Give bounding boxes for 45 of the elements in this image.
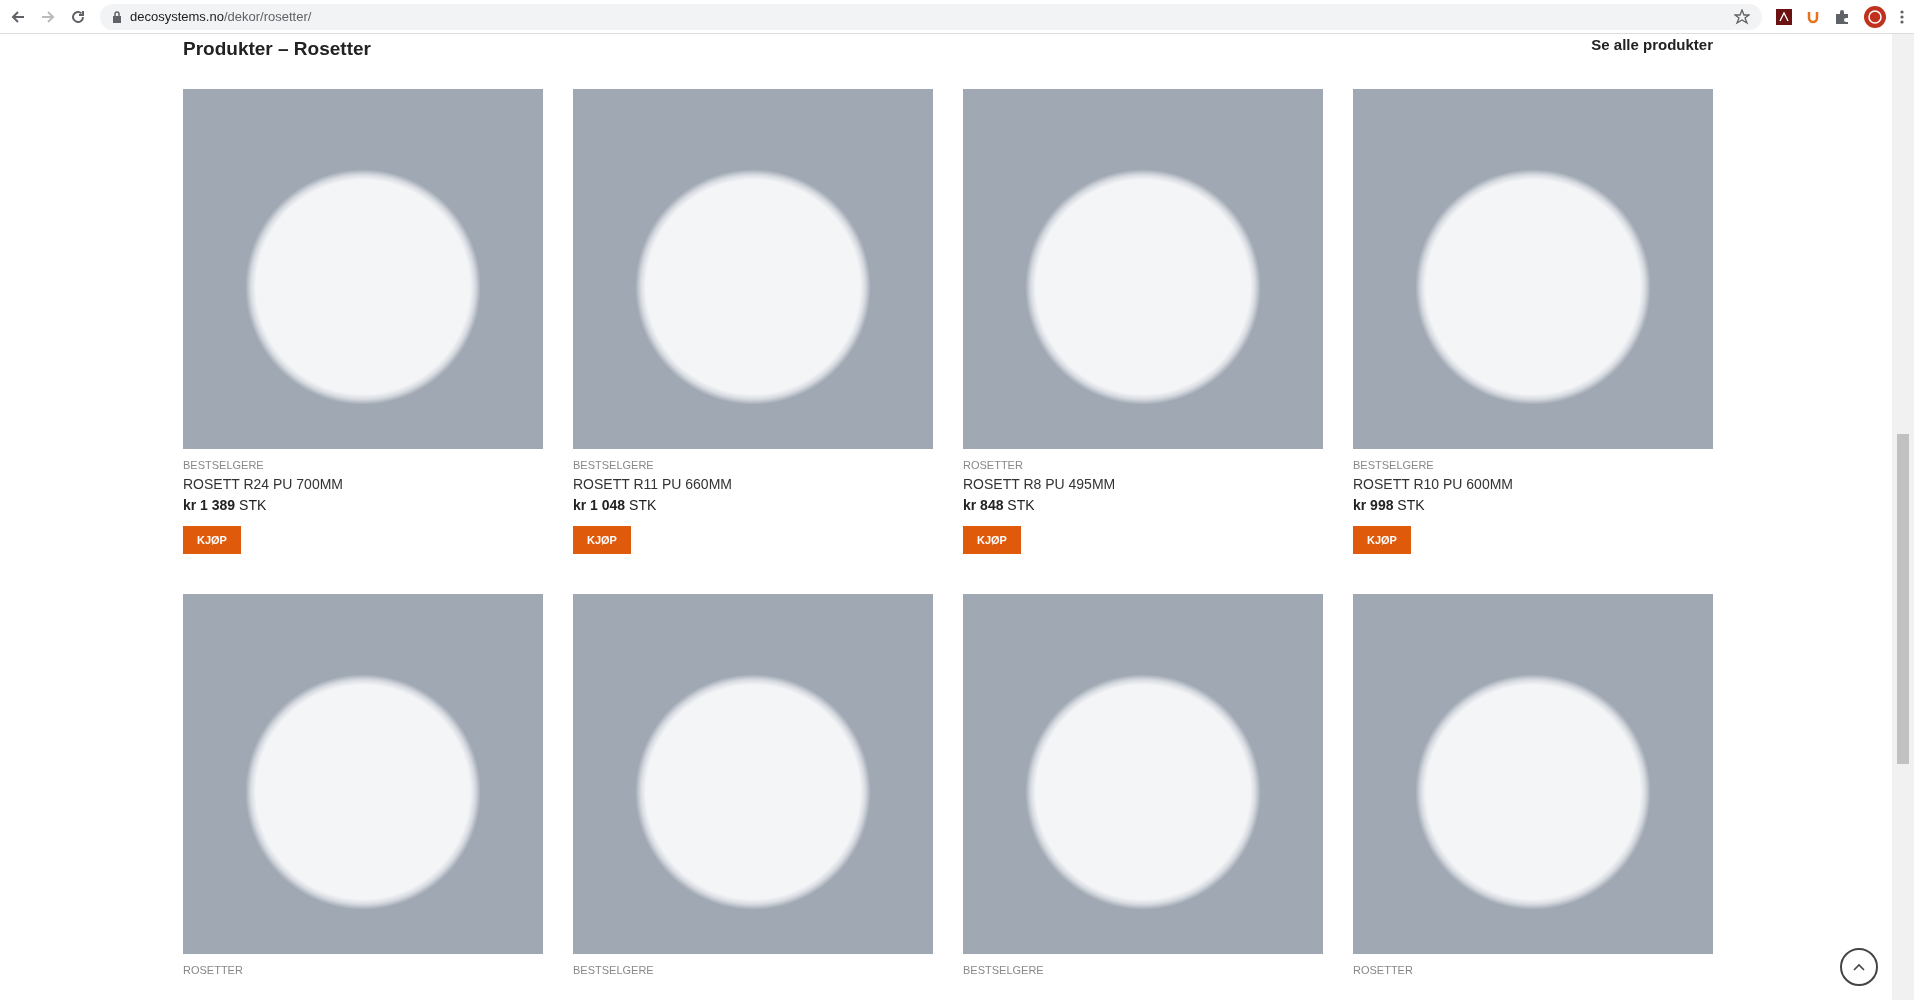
- puzzle-icon[interactable]: [1834, 8, 1850, 25]
- photo-placeholder[interactable]: [1353, 88, 1713, 449]
- section-title: Produkter – Rosetter: [183, 37, 371, 61]
- photo-placeholder[interactable]: [573, 88, 933, 449]
- product-name[interactable]: ROSETT R8 PU 495MM: [963, 474, 1323, 493]
- photo-placeholder[interactable]: [963, 594, 1323, 955]
- star-icon[interactable]: [1734, 8, 1750, 25]
- chevron-up-icon: [1853, 963, 1865, 971]
- product-category: BESTSELGERE: [183, 458, 265, 472]
- product-category: ROSETTER: [963, 458, 1024, 472]
- pdf-extension-icon[interactable]: [1776, 8, 1792, 25]
- product-category: BESTSELGERE: [1353, 458, 1435, 472]
- product-category: BESTSELGERE: [963, 964, 1045, 978]
- buy-button[interactable]: KJØP: [183, 525, 241, 555]
- product-category: BESTSELGERE: [573, 964, 655, 978]
- back-icon[interactable]: [10, 8, 26, 25]
- buy-button[interactable]: KJØP: [963, 525, 1021, 555]
- address-bar[interactable]: decosystems.no/dekor/rosetter/: [100, 3, 1762, 30]
- photo-placeholder[interactable]: [573, 594, 933, 955]
- buy-button[interactable]: KJØP: [1353, 525, 1411, 555]
- product-price: kr 998 STK: [1353, 495, 1426, 515]
- reload-icon[interactable]: [70, 8, 86, 25]
- scrollbar[interactable]: [1892, 34, 1914, 1000]
- product-category: ROSETTER: [1353, 964, 1414, 978]
- scrollbar-thumb[interactable]: [1897, 434, 1909, 764]
- photo-placeholder[interactable]: [183, 88, 543, 449]
- photo-placeholder[interactable]: [963, 88, 1323, 449]
- product-price: kr 848 STK: [963, 495, 1036, 515]
- url-text: decosystems.no/dekor/rosetter/: [130, 7, 312, 26]
- product-name[interactable]: ROSETT R10 PU 600MM: [1353, 474, 1713, 493]
- profile-icon[interactable]: [1864, 5, 1886, 28]
- photo-placeholder[interactable]: [1353, 594, 1713, 955]
- product-price: kr 1 048 STK: [573, 495, 658, 515]
- product-price: kr 1 389 STK: [183, 495, 268, 515]
- back-to-top-button[interactable]: [1840, 948, 1878, 986]
- see-all-link[interactable]: Se alle produkter: [1591, 34, 1713, 57]
- product-category: BESTSELGERE: [573, 458, 655, 472]
- product-category: ROSETTER: [183, 964, 244, 978]
- menu-icon[interactable]: [1900, 8, 1904, 25]
- product-name[interactable]: ROSETT R11 PU 660MM: [573, 474, 933, 493]
- buy-button[interactable]: KJØP: [573, 525, 631, 555]
- photo-placeholder[interactable]: [183, 594, 543, 955]
- forward-icon[interactable]: [40, 8, 56, 25]
- product-name[interactable]: ROSETT R24 PU 700MM: [183, 474, 543, 493]
- lock-icon: [112, 10, 122, 23]
